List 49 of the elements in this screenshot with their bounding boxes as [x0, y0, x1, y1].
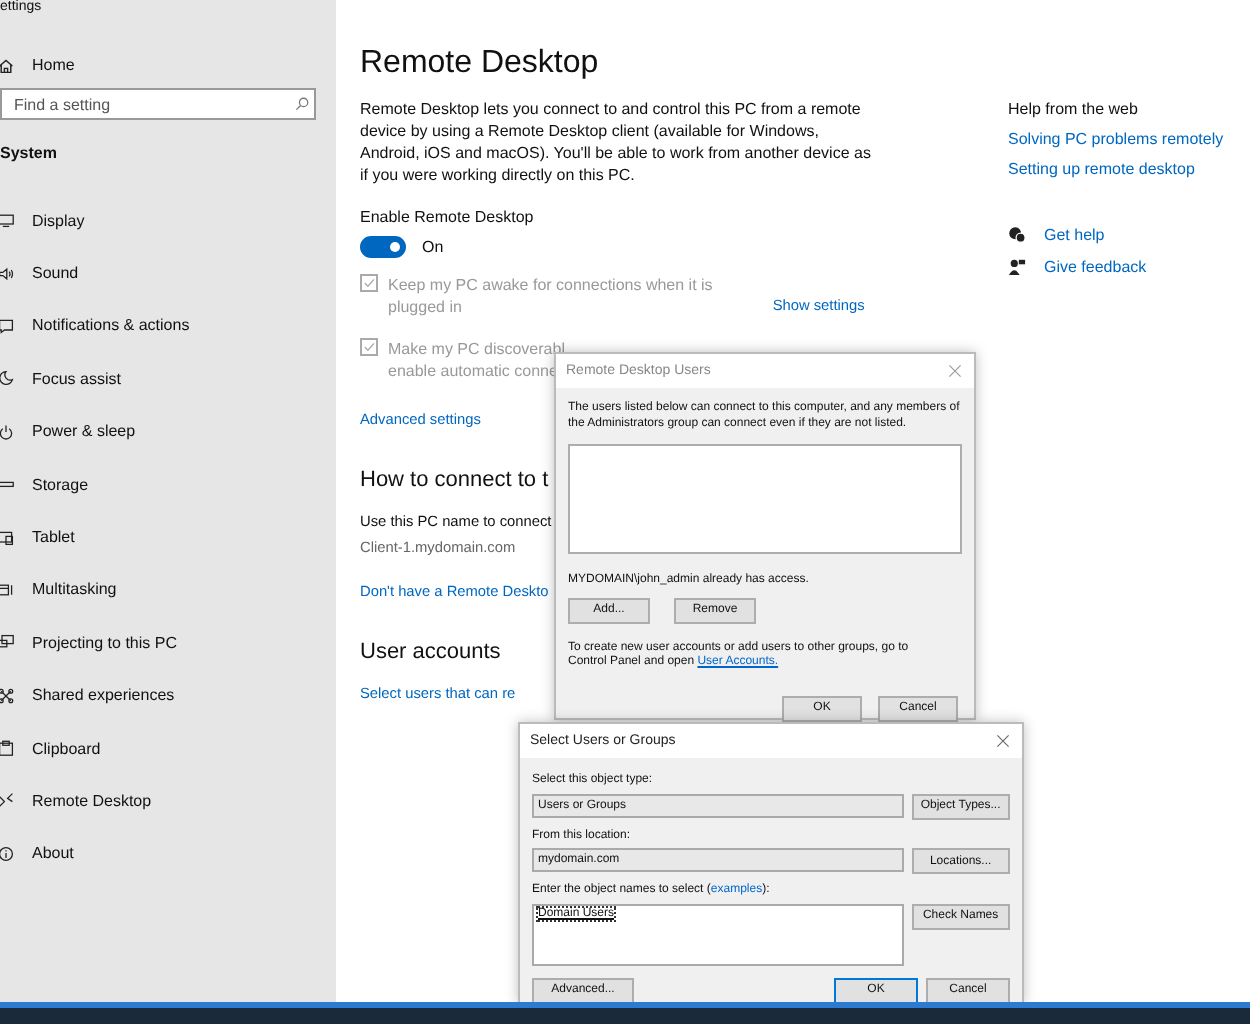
nav-item[interactable]: Remote Desktop	[0, 774, 336, 828]
section-heading: System	[0, 144, 59, 162]
shared-icon	[0, 687, 14, 704]
nav-item[interactable]: Focus assist	[0, 352, 336, 406]
about-icon	[0, 845, 14, 862]
projecting-icon	[0, 634, 14, 651]
help-link[interactable]: Solving PC problems remotely	[1008, 130, 1224, 148]
help-heading: Help from the web	[1008, 100, 1140, 118]
feedback-icon	[1008, 258, 1026, 276]
section-heading: User accounts	[360, 640, 501, 664]
users-list[interactable]	[568, 444, 962, 554]
setting-label: Enable Remote Desktop	[360, 208, 534, 226]
search-icon	[294, 96, 310, 112]
close-icon[interactable]	[948, 364, 962, 378]
nav-item[interactable]: Sound	[0, 246, 336, 300]
clipboard-icon	[0, 740, 14, 757]
home-link[interactable]: Home	[0, 52, 336, 78]
section-heading: How to connect to t	[360, 468, 549, 492]
nav-item[interactable]: Storage	[0, 457, 336, 511]
nav-item[interactable]: About	[0, 827, 336, 881]
nav-item[interactable]: Shared experiences	[0, 669, 336, 722]
moon-icon	[0, 370, 14, 387]
help-action-link[interactable]: Give feedback	[1044, 258, 1147, 276]
help-link[interactable]: Setting up remote desktop	[1008, 160, 1224, 178]
nav-item[interactable]: Clipboard	[0, 721, 336, 775]
help-icon	[1008, 226, 1026, 244]
tablet-icon	[0, 529, 14, 546]
nav-item[interactable]: Multitasking	[0, 563, 336, 617]
power-icon	[0, 423, 14, 440]
nav-item[interactable]: Display	[0, 194, 336, 247]
storage-icon	[0, 476, 14, 493]
nav-item[interactable]: Power & sleep	[0, 405, 336, 458]
toggle-switch[interactable]	[360, 236, 406, 258]
help-action-link[interactable]: Get help	[1044, 226, 1105, 244]
toggle-state: On	[422, 238, 444, 256]
search-field[interactable]: Find a setting	[0, 88, 316, 120]
home-icon	[0, 57, 14, 73]
notifications-icon	[0, 317, 14, 334]
description: Remote Desktop lets you connect to and control this PC from a remote device by using a Remote Desktop client (available for Windows, Android, iOS and macOS). You'll be able to work from another device as if you were working directly on this PC.	[360, 98, 872, 186]
nav-item[interactable]: Notifications & actions	[0, 299, 336, 353]
page-title: Remote Desktop	[360, 46, 599, 82]
sound-icon	[0, 265, 14, 282]
close-icon[interactable]	[996, 734, 1010, 748]
nav-item[interactable]: Projecting to this PC	[0, 616, 336, 670]
multitasking-icon	[0, 581, 14, 598]
remote-icon	[0, 792, 14, 809]
display-icon	[0, 212, 14, 229]
checkbox-label: Keep my PC awake for connections when it is plugged in	[388, 274, 713, 318]
nav-item[interactable]: Tablet	[0, 510, 336, 564]
